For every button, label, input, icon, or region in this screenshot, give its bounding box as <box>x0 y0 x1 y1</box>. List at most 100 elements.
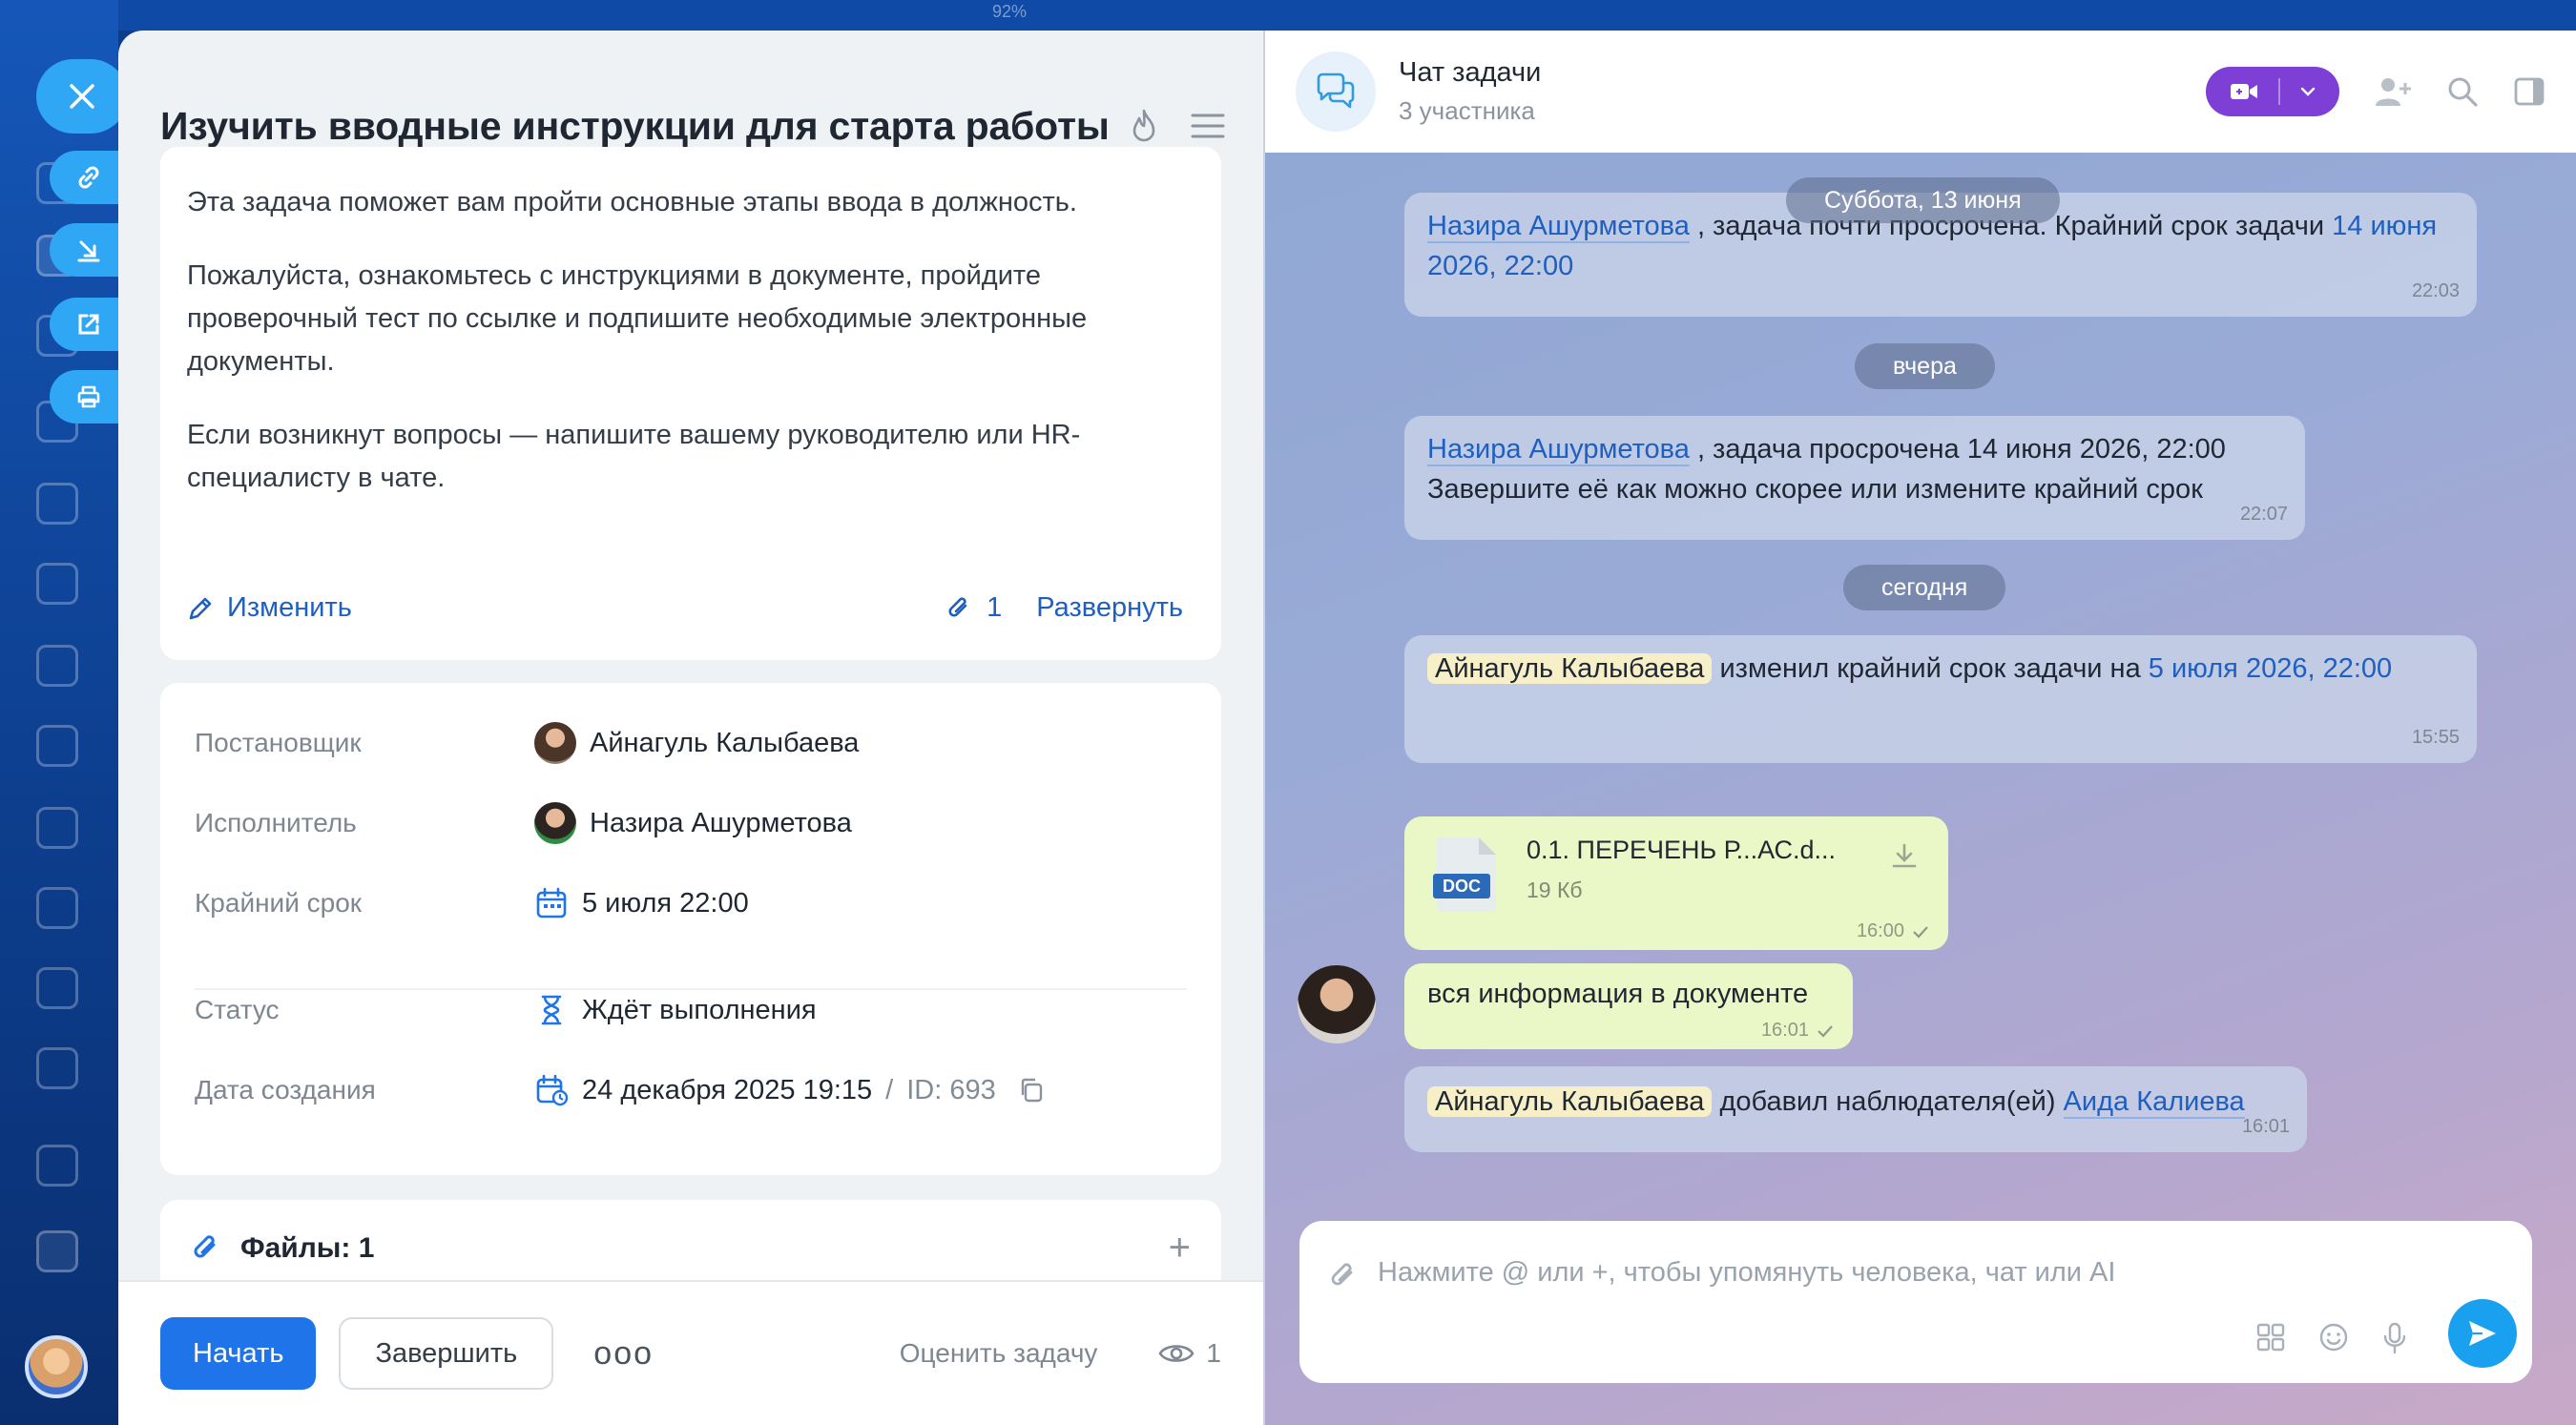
download-icon[interactable] <box>1889 841 1920 872</box>
creator-label: Постановщик <box>195 728 362 757</box>
created-text: 24 декабря 2025 19:15 <box>582 1074 873 1105</box>
message-time: 15:55 <box>2411 727 2460 748</box>
check-icon <box>1818 1024 1833 1038</box>
text-message[interactable]: вся информация в документе 16:01 <box>1404 963 1853 1049</box>
eye-icon <box>1158 1345 1195 1362</box>
paperclip-icon <box>194 1234 216 1257</box>
message-text: , задача просрочена 14 июня 2026, 22:00 <box>1696 434 2226 465</box>
message-text: добавил наблюдателя(ей) <box>1719 1086 2056 1117</box>
deadline-text[interactable]: 5 июля 22:00 <box>582 888 749 919</box>
message-time: 16:01 <box>1761 1020 1834 1042</box>
file-type-label: DOC <box>1443 877 1481 896</box>
id-separator: / <box>885 1074 894 1105</box>
status-label: Статус <box>195 995 280 1024</box>
microphone-icon[interactable] <box>2381 1322 2408 1354</box>
creator-value[interactable]: Айнагуль Калыбаева <box>534 722 859 764</box>
chat-bubbles-icon <box>1317 72 1355 109</box>
date-divider: вчера <box>1855 343 1995 389</box>
store-icon[interactable] <box>36 1047 78 1089</box>
add-user-icon[interactable] <box>2374 75 2412 108</box>
mention-link[interactable]: Назира Ашурметова <box>1427 434 1690 466</box>
message-text: вся информация в документе <box>1427 979 1809 1009</box>
zoom-indicator: 92% <box>992 2 1028 21</box>
attachments-count[interactable]: 1 <box>987 592 1002 624</box>
calendar-icon[interactable] <box>36 887 78 929</box>
message-input[interactable] <box>1378 1246 2427 1299</box>
sidebar-toggle-icon[interactable] <box>2513 76 2545 107</box>
deadline-value[interactable]: 5 июля 22:00 <box>534 886 749 920</box>
check-icon <box>1913 925 1928 939</box>
chat-participants[interactable]: 3 участника <box>1399 96 1541 126</box>
print-icon <box>77 385 100 408</box>
creator-name[interactable]: Айнагуль Калыбаева <box>590 728 859 759</box>
user-avatar[interactable] <box>25 1335 88 1398</box>
assignee-name[interactable]: Назира Ашурметова <box>590 808 852 839</box>
print-button[interactable] <box>50 370 128 423</box>
search-icon[interactable] <box>2446 75 2479 108</box>
add-file-button[interactable]: + <box>1169 1227 1191 1270</box>
chats-icon[interactable] <box>36 645 78 687</box>
assignee-label: Исполнитель <box>195 808 357 837</box>
start-button[interactable]: Начать <box>160 1317 317 1390</box>
file-message[interactable]: DOC 0.1. ПЕРЕЧЕНЬ Р...АС.d... 19 Кб 16:0… <box>1404 816 1948 950</box>
deadline-link[interactable]: 5 июля 2026, 22:00 <box>2149 653 2392 684</box>
expand-description-button[interactable]: Развернуть <box>1036 592 1183 624</box>
status-value: Ждёт выполнения <box>534 993 817 1027</box>
paperclip-icon[interactable] <box>1328 1259 1361 1293</box>
message-text: Завершите её как можно скорее или измени… <box>1427 474 2203 505</box>
video-call-button[interactable] <box>2206 67 2339 116</box>
chat-header: Чат задачи 3 участника <box>1265 31 2576 153</box>
close-slider-button[interactable] <box>36 59 128 134</box>
flame-icon[interactable] <box>1128 108 1160 144</box>
rate-task-button[interactable]: Оценить задачу <box>900 1338 1098 1369</box>
send-button[interactable] <box>2448 1299 2517 1368</box>
menu-icon[interactable] <box>1191 112 1225 140</box>
mention-highlight[interactable]: Айнагуль Калыбаева <box>1427 1086 1713 1117</box>
mention-highlight[interactable]: Айнагуль Калыбаева <box>1427 653 1713 684</box>
task-id: ID: 693 <box>906 1074 996 1105</box>
file-name[interactable]: 0.1. ПЕРЕЧЕНЬ Р...АС.d... <box>1527 836 1836 865</box>
mention-link[interactable]: Назира Ашурметова <box>1427 211 1690 243</box>
send-icon <box>2469 1321 2496 1346</box>
more-actions-button[interactable]: ooo <box>593 1335 654 1373</box>
mention-link[interactable]: Аида Калиева <box>2063 1086 2245 1119</box>
created-label: Дата создания <box>195 1075 376 1105</box>
copy-icon[interactable] <box>1017 1076 1046 1105</box>
creator-avatar <box>534 722 576 764</box>
marketing-icon[interactable] <box>36 725 78 767</box>
documents-icon[interactable] <box>36 563 78 605</box>
description-paragraph: Если возникнут вопросы — напишите вашему… <box>187 420 1081 493</box>
assignee-value[interactable]: Назира Ашурметова <box>534 802 852 844</box>
app-sidebar <box>0 0 118 1425</box>
open-new-window-button[interactable] <box>50 298 128 351</box>
date-divider: Суббота, 13 июня <box>1786 177 2060 223</box>
apps-grid-icon[interactable] <box>2255 1322 2286 1353</box>
system-message: Назира Ашурметова , задача просрочена 14… <box>1404 416 2305 540</box>
minimize-button[interactable] <box>50 223 128 277</box>
settings-icon[interactable] <box>36 1145 78 1187</box>
apps-icon[interactable] <box>36 1230 78 1272</box>
sites-icon[interactable] <box>36 807 78 849</box>
status-text: Ждёт выполнения <box>582 994 817 1025</box>
link-icon <box>78 166 99 189</box>
calendar-icon <box>536 887 567 919</box>
views-counter[interactable]: 1 <box>1158 1338 1221 1369</box>
finish-button[interactable]: Завершить <box>339 1317 554 1390</box>
drive-icon[interactable] <box>36 967 78 1009</box>
edit-description-button[interactable]: Изменить <box>187 592 352 624</box>
edit-label: Изменить <box>227 592 352 623</box>
sender-avatar[interactable] <box>1298 965 1376 1043</box>
hourglass-icon <box>541 995 562 1025</box>
message-composer <box>1299 1221 2532 1383</box>
automation-icon[interactable] <box>36 483 78 525</box>
close-icon <box>70 84 94 109</box>
description-card: Эта задача поможет вам пройти основные э… <box>160 147 1221 660</box>
calendar-clock-icon <box>536 1074 569 1106</box>
file-size: 19 Кб <box>1527 878 1583 902</box>
copy-link-button[interactable] <box>50 151 128 204</box>
doc-file-icon: DOC <box>1433 837 1496 912</box>
assignee-avatar <box>534 802 576 844</box>
task-fields-card: Постановщик Айнагуль Калыбаева Исполните… <box>160 683 1221 1175</box>
emoji-icon[interactable] <box>2318 1322 2349 1353</box>
paperclip-icon[interactable] <box>946 594 973 623</box>
